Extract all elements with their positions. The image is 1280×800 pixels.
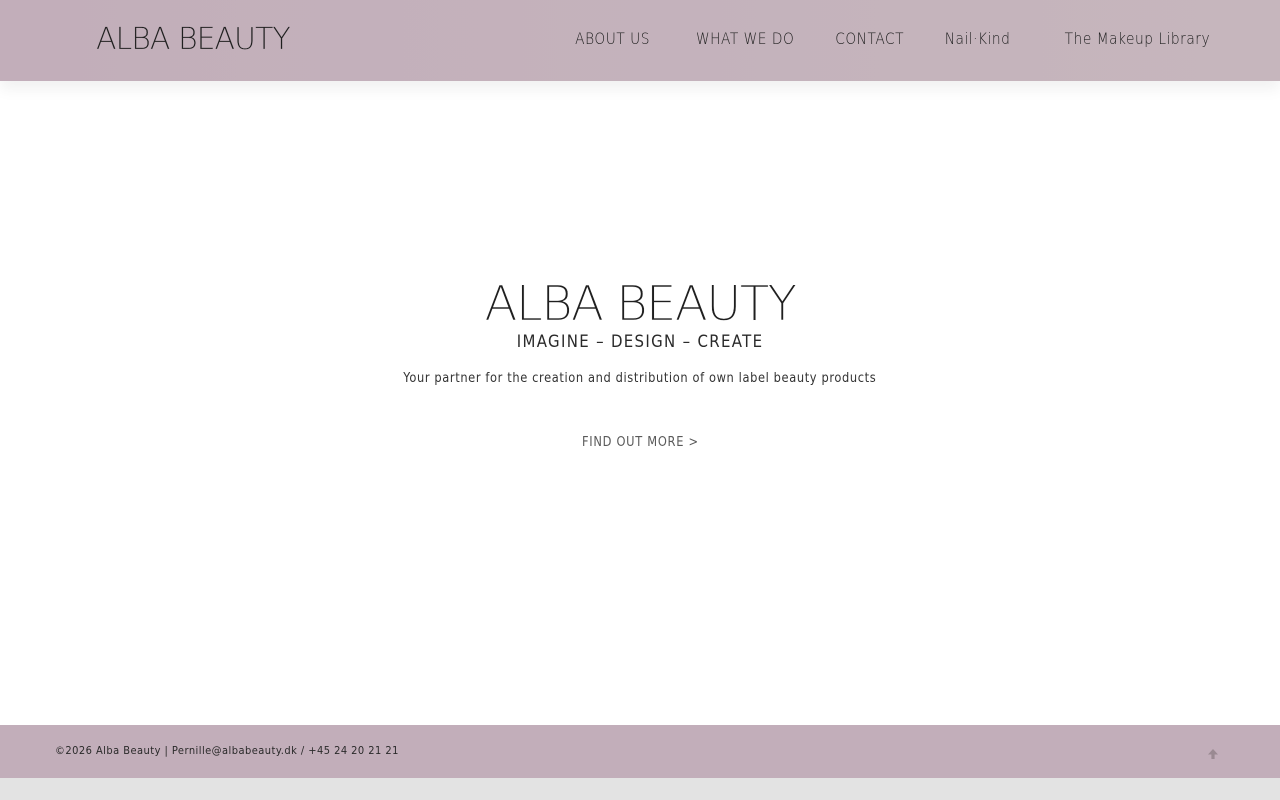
footer-email-link[interactable]: Pernille@albabeauty.dk — [172, 744, 297, 757]
hero-description: Your partner for the creation and distri… — [0, 371, 1280, 386]
page: ALBA BEAUTY ABOUT US WHAT WE DO CONTACT … — [0, 0, 1280, 800]
site-header: ALBA BEAUTY ABOUT US WHAT WE DO CONTACT … — [0, 0, 1280, 81]
nav-item-contact[interactable]: CONTACT — [836, 29, 905, 48]
hero-tagline: IMAGINE – DESIGN – CREATE — [0, 331, 1280, 353]
arrow-up-icon[interactable] — [1207, 745, 1219, 759]
nav-item-makeup-library[interactable]: The Makeup Library — [1065, 29, 1210, 48]
hero-title: ALBA BEAUTY — [484, 276, 797, 332]
site-footer: ©2026 Alba Beauty | Pernille@albabeauty.… — [0, 725, 1280, 778]
footer-phone: +45 24 20 21 21 — [308, 744, 399, 757]
footer-text: ©2026 Alba Beauty | Pernille@albabeauty.… — [55, 744, 399, 757]
site-logo[interactable]: ALBA BEAUTY — [96, 22, 291, 58]
hero-cta-wrapper: FIND OUT MORE > — [0, 435, 1280, 450]
hero-description-text: Your partner for the creation and distri… — [403, 371, 877, 386]
main-nav: ABOUT US WHAT WE DO CONTACT Nail·Kind Th… — [563, 29, 1210, 48]
footer-separator: / — [297, 744, 309, 757]
hero-section: ALBA BEAUTY IMAGINE – DESIGN – CREATE Yo… — [0, 81, 1280, 725]
bottom-strip — [0, 778, 1280, 800]
nav-item-about-us[interactable]: ABOUT US — [575, 29, 650, 48]
nav-item-nail-kind[interactable]: Nail·Kind — [945, 29, 1011, 48]
find-out-more-link[interactable]: FIND OUT MORE > — [582, 435, 699, 450]
footer-copyright: ©2026 Alba Beauty | — [55, 744, 172, 757]
nav-item-what-we-do[interactable]: WHAT WE DO — [696, 29, 794, 48]
hero-tagline-text: IMAGINE – DESIGN – CREATE — [516, 332, 764, 352]
